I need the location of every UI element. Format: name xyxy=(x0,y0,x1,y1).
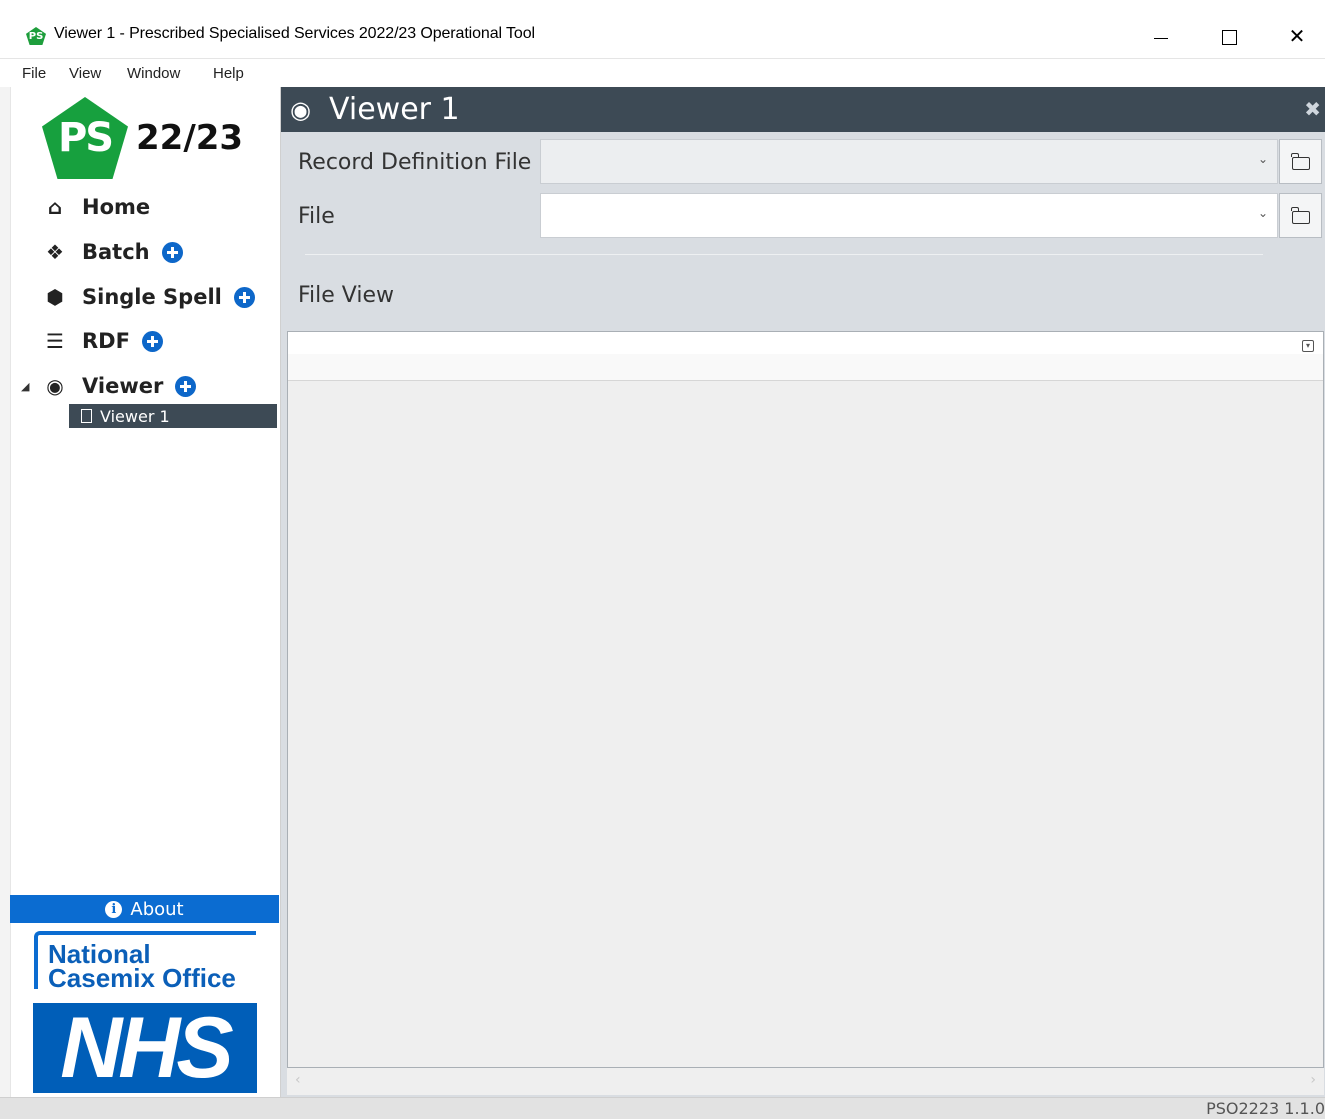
browse-file-button[interactable] xyxy=(1279,193,1322,238)
grid-header: ▾ xyxy=(288,332,1323,381)
scroll-right-icon[interactable]: › xyxy=(1310,1072,1316,1088)
tree-item-viewer-1[interactable]: Viewer 1 xyxy=(69,404,277,428)
chevron-down-icon[interactable]: ⌄ xyxy=(1258,206,1268,220)
eye-icon: ◉ xyxy=(46,374,64,398)
sidebar-edge xyxy=(0,87,11,1097)
document-icon: ☰ xyxy=(46,329,64,353)
about-label: About xyxy=(130,898,184,920)
file-combo[interactable]: ⌄ xyxy=(540,193,1278,238)
eye-icon: ◉ xyxy=(290,96,311,124)
sidebar-item-label: RDF xyxy=(82,329,130,353)
national-casemix-office-logo: National Casemix Office xyxy=(34,931,256,993)
sidebar-item-single-spell[interactable]: ⬢ Single Spell xyxy=(40,280,255,314)
panel-title: Viewer 1 xyxy=(329,92,460,127)
add-viewer-icon[interactable] xyxy=(175,375,197,397)
folder-open-icon xyxy=(1290,206,1310,224)
about-button[interactable]: i About xyxy=(10,895,279,923)
status-bar: PSO2223 1.1.0 xyxy=(0,1097,1325,1119)
sidebar-item-rdf[interactable]: ☰ RDF xyxy=(40,324,163,358)
add-batch-icon[interactable] xyxy=(161,241,183,263)
close-panel-icon[interactable]: ✖ xyxy=(1304,97,1321,121)
app-icon: PS xyxy=(26,27,46,45)
menu-help[interactable]: Help xyxy=(213,65,244,82)
minimize-button[interactable] xyxy=(1138,18,1184,54)
panel-header: ◉ Viewer 1 ✖ xyxy=(281,87,1325,132)
sidebar-item-label: Single Spell xyxy=(82,285,222,309)
logo-rule xyxy=(42,931,256,935)
logo-year: 22/23 xyxy=(136,118,244,158)
horizontal-scrollbar[interactable]: ‹ › xyxy=(287,1068,1324,1095)
window-title: Viewer 1 - Prescribed Specialised Servic… xyxy=(54,25,535,42)
sidebar-item-home[interactable]: ⌂ Home xyxy=(40,190,150,224)
record-definition-combo[interactable]: ⌄ xyxy=(540,139,1278,184)
sidebar-item-label: Home xyxy=(82,195,151,219)
add-rdf-icon[interactable] xyxy=(141,330,163,352)
version-label: PSO2223 1.1.0 xyxy=(1206,1099,1325,1118)
menu-view[interactable]: View xyxy=(69,65,101,82)
menu-bar: File View Window Help xyxy=(0,59,1325,87)
logo-bracket xyxy=(34,931,42,989)
file-view-label: File View xyxy=(298,283,395,308)
file-label: File xyxy=(298,204,335,229)
add-single-spell-icon[interactable] xyxy=(233,286,255,308)
menu-window[interactable]: Window xyxy=(127,65,180,82)
ps-logo-text: PS xyxy=(57,115,114,161)
file-icon xyxy=(81,409,92,423)
browse-record-definition-button[interactable] xyxy=(1279,139,1322,184)
cubes-icon: ❖ xyxy=(46,240,64,264)
scroll-left-icon[interactable]: ‹ xyxy=(295,1072,301,1088)
chevron-down-icon[interactable]: ⌄ xyxy=(1258,152,1268,166)
minimize-icon xyxy=(1154,38,1168,39)
sidebar-item-label: Batch xyxy=(82,240,150,264)
maximize-icon xyxy=(1221,30,1237,45)
title-bar: PS Viewer 1 - Prescribed Specialised Ser… xyxy=(0,0,1325,59)
sidebar-item-batch[interactable]: ❖ Batch xyxy=(40,235,183,269)
sidebar-item-viewer[interactable]: ◉ Viewer xyxy=(40,369,197,403)
filter-dropdown-icon[interactable]: ▾ xyxy=(1302,340,1314,352)
cube-icon: ⬢ xyxy=(46,285,64,309)
logo-line-2: Casemix Office xyxy=(48,963,236,993)
nhs-logo: NHS xyxy=(33,1003,257,1093)
info-icon: i xyxy=(105,900,123,918)
maximize-button[interactable] xyxy=(1206,18,1252,54)
close-button[interactable]: ✕ xyxy=(1274,18,1320,54)
tree-expand-icon[interactable]: ◢ xyxy=(21,380,29,393)
home-icon: ⌂ xyxy=(47,195,63,219)
tree-item-label: Viewer 1 xyxy=(100,406,170,426)
menu-file[interactable]: File xyxy=(22,65,46,82)
folder-open-icon xyxy=(1290,152,1310,170)
divider xyxy=(305,254,1263,255)
file-view-grid[interactable]: ▾ xyxy=(287,331,1324,1068)
record-definition-label: Record Definition File xyxy=(298,150,532,175)
sidebar-item-label: Viewer xyxy=(82,374,164,398)
